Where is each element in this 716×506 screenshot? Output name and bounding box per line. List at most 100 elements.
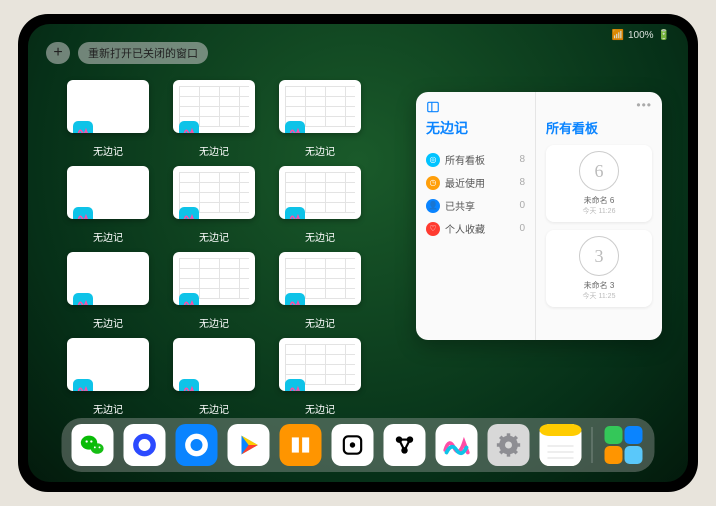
freeform-app-icon [179,207,199,219]
board-name: 未命名 3 [584,280,615,291]
board-card[interactable]: 6 未命名 6 今天 11:26 [546,145,652,222]
freeform-popup: ••• 无边记 ◎ 所有看板 8 ◷ 最近使用 8 👤 已共享 0 ♡ 个人收藏… [416,92,662,340]
window-thumbnail[interactable]: 无边记 [64,338,152,416]
dock-app-freeform[interactable] [436,424,478,466]
window-thumbnail[interactable]: 无边记 [64,80,152,158]
category-label: 所有看板 [445,152,485,167]
sidebar-icon[interactable] [426,100,440,114]
freeform-app-icon [179,379,199,391]
popup-main: 所有看板 6 未命名 6 今天 11:26 3 未命名 3 今天 11:25 [536,92,662,340]
thumbnail-label: 无边记 [93,401,123,416]
plus-icon: + [53,44,62,62]
thumbnail-preview [67,80,149,133]
category-icon: ♡ [426,222,440,236]
window-thumbnail[interactable]: 无边记 [276,338,364,416]
thumbnail-preview [279,80,361,133]
freeform-app-icon [73,207,93,219]
freeform-app-icon [285,379,305,391]
thumbnail-preview [67,252,149,305]
dock-app-dice[interactable] [332,424,374,466]
ipad-frame: 📶 100% 🔋 + 重新打开已关闭的窗口 无边记 无边记 无边记 无边记 无边 [18,14,698,492]
category-label: 最近使用 [445,175,485,190]
thumbnail-label: 无边记 [199,401,229,416]
board-preview: 3 [579,236,619,276]
thumbnail-preview [279,338,361,391]
freeform-app-icon [285,293,305,305]
board-timestamp: 今天 11:26 [583,206,616,216]
dock [62,418,655,472]
category-icon: ◎ [426,153,440,167]
status-bar: 📶 100% 🔋 [612,30,670,41]
thumbnail-label: 无边记 [305,401,335,416]
dock-app-recents[interactable] [603,424,645,466]
board-name: 未命名 6 [584,195,615,206]
window-thumbnail[interactable]: 无边记 [170,166,258,244]
thumbnail-preview [279,166,361,219]
category-row[interactable]: 👤 已共享 0 [426,194,525,217]
window-grid: 无边记 无边记 无边记 无边记 无边记 无边记 无边记 无边记 无边记 无边记 [64,80,364,416]
thumbnail-preview [173,80,255,133]
freeform-app-icon [285,207,305,219]
popup-right-title: 所有看板 [546,118,652,137]
battery-label: 100% [628,30,654,41]
thumbnail-label: 无边记 [199,315,229,330]
reopen-closed-window-button[interactable]: 重新打开已关闭的窗口 [78,42,208,64]
category-row[interactable]: ◷ 最近使用 8 [426,171,525,194]
window-thumbnail[interactable]: 无边记 [170,252,258,330]
thumbnail-preview [279,252,361,305]
category-label: 个人收藏 [445,221,485,236]
dock-app-notes[interactable] [540,424,582,466]
dock-app-wechat[interactable] [72,424,114,466]
dock-app-quark[interactable] [124,424,166,466]
freeform-app-icon [73,379,93,391]
top-left-controls: + 重新打开已关闭的窗口 [46,42,208,64]
category-count: 8 [519,154,525,165]
board-preview: 6 [579,151,619,191]
thumbnail-label: 无边记 [305,315,335,330]
category-row[interactable]: ♡ 个人收藏 0 [426,217,525,240]
dock-separator [592,427,593,463]
category-label: 已共享 [445,198,475,213]
reopen-label: 重新打开已关闭的窗口 [88,45,198,61]
window-thumbnail[interactable]: 无边记 [276,80,364,158]
new-window-button[interactable]: + [46,42,70,64]
category-icon: 👤 [426,199,440,213]
category-row[interactable]: ◎ 所有看板 8 [426,148,525,171]
thumbnail-preview [173,338,255,391]
battery-icon: 🔋 [658,30,670,41]
screen: 📶 100% 🔋 + 重新打开已关闭的窗口 无边记 无边记 无边记 无边记 无边 [28,24,688,482]
window-thumbnail[interactable]: 无边记 [276,166,364,244]
window-thumbnail[interactable]: 无边记 [276,252,364,330]
category-count: 8 [519,177,525,188]
dock-app-obs[interactable] [384,424,426,466]
board-timestamp: 今天 11:25 [583,291,616,301]
freeform-app-icon [285,121,305,133]
dock-app-play[interactable] [228,424,270,466]
dock-app-settings[interactable] [488,424,530,466]
category-icon: ◷ [426,176,440,190]
thumbnail-label: 无边记 [199,229,229,244]
more-icon[interactable]: ••• [636,98,652,112]
freeform-app-icon [73,121,93,133]
thumbnail-label: 无边记 [305,143,335,158]
popup-app-title: 无边记 [426,118,525,138]
popup-sidebar: 无边记 ◎ 所有看板 8 ◷ 最近使用 8 👤 已共享 0 ♡ 个人收藏 0 [416,92,536,340]
category-count: 0 [519,200,525,211]
thumbnail-label: 无边记 [199,143,229,158]
board-card[interactable]: 3 未命名 3 今天 11:25 [546,230,652,307]
freeform-app-icon [73,293,93,305]
window-thumbnail[interactable]: 无边记 [170,80,258,158]
signal-icon: 📶 [612,30,624,41]
window-thumbnail[interactable]: 无边记 [64,252,152,330]
dock-app-qqbrowser[interactable] [176,424,218,466]
freeform-app-icon [179,121,199,133]
thumbnail-preview [67,338,149,391]
thumbnail-preview [67,166,149,219]
window-thumbnail[interactable]: 无边记 [170,338,258,416]
category-count: 0 [519,223,525,234]
window-thumbnail[interactable]: 无边记 [64,166,152,244]
thumbnail-label: 无边记 [93,229,123,244]
thumbnail-label: 无边记 [93,143,123,158]
dock-app-books[interactable] [280,424,322,466]
thumbnail-label: 无边记 [305,229,335,244]
